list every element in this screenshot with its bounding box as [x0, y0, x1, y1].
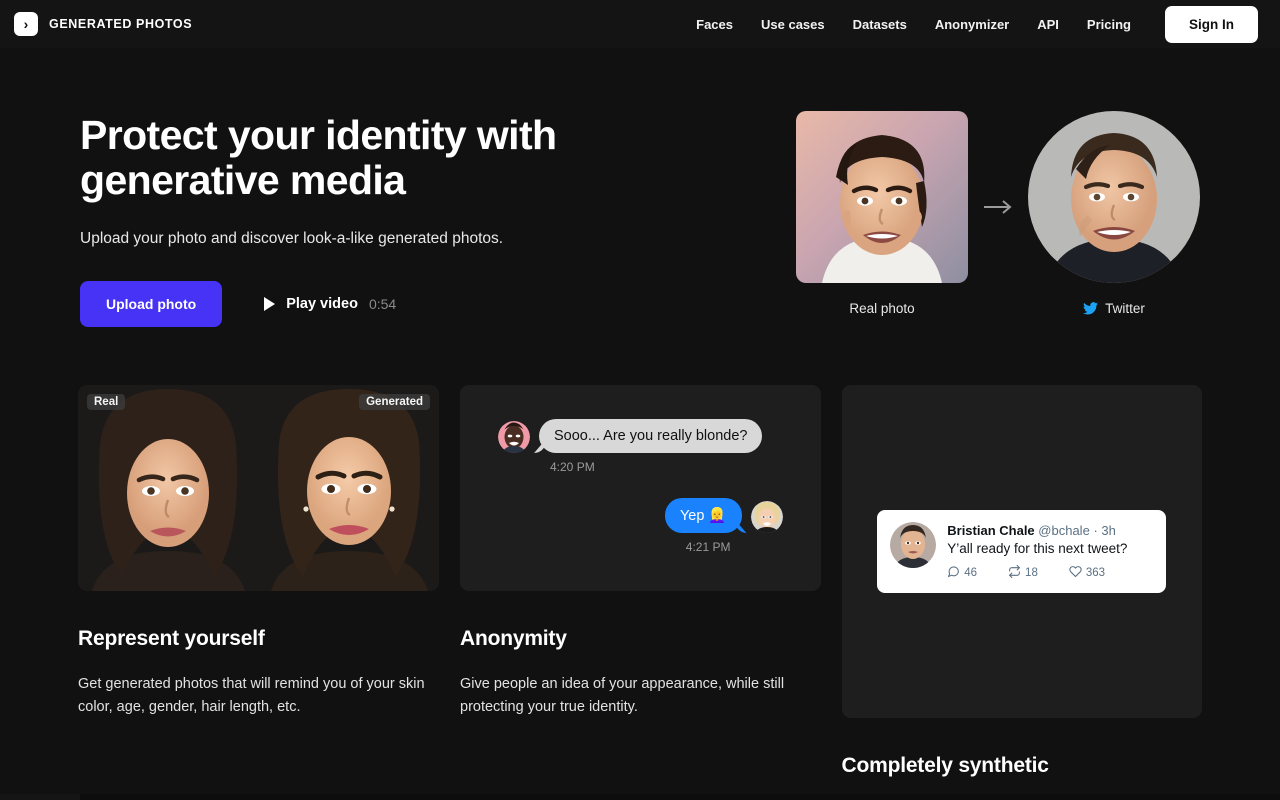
feature-media-faces-comparison: Real Generated [78, 385, 439, 591]
nav-item-datasets[interactable]: Datasets [839, 11, 921, 38]
feature-card-anonymity: Sooo... Are you really blonde? 4:20 PM Y… [460, 385, 821, 718]
hero-actions: Upload photo Play video 0:54 [80, 281, 680, 327]
feature-media-chat: Sooo... Are you really blonde? 4:20 PM Y… [460, 385, 821, 591]
chat-row-incoming: Sooo... Are you really blonde? [498, 419, 783, 453]
feature-description: Get generated photos that will remind yo… [78, 673, 439, 718]
heart-icon [1069, 565, 1082, 581]
real-photo-figure: Real photo [796, 111, 968, 316]
hero-comparison: Real photo [796, 108, 1200, 327]
hero-section: Protect your identity with generative me… [0, 48, 1280, 327]
generated-photo-figure: Twitter [1028, 111, 1200, 316]
site-header: › GENERATED PHOTOS Faces Use cases Datas… [0, 0, 1280, 48]
feature-title: Completely synthetic [842, 754, 1203, 778]
nav-item-api[interactable]: API [1023, 11, 1073, 38]
upload-photo-button[interactable]: Upload photo [80, 281, 222, 327]
tweet-header: Bristian Chale @bchale · 3h [947, 523, 1153, 539]
generated-photo-caption: Twitter [1083, 301, 1145, 316]
play-video-link[interactable]: Play video 0:54 [264, 296, 396, 312]
page-bottom-band [0, 794, 1280, 800]
tweet-avatar [890, 522, 936, 568]
generated-photo-image [1028, 111, 1200, 283]
chat-time-outgoing: 4:21 PM [498, 540, 731, 554]
hero-copy: Protect your identity with generative me… [80, 108, 680, 327]
badge-real: Real [87, 394, 125, 410]
page-title: Protect your identity with generative me… [80, 113, 680, 202]
brand-logo[interactable]: › GENERATED PHOTOS [14, 12, 192, 36]
feature-media-tweet: Bristian Chale @bchale · 3h Y’all ready … [842, 385, 1203, 718]
real-photo-caption: Real photo [849, 301, 914, 316]
play-triangle-icon [264, 297, 275, 311]
nav-item-faces[interactable]: Faces [682, 11, 747, 38]
tweet-reply-action[interactable]: 46 [947, 565, 977, 581]
chat-time-incoming: 4:20 PM [550, 460, 783, 474]
chat-row-outgoing: Yep 👱‍♀️ [498, 498, 783, 533]
tweet-like-count: 363 [1086, 567, 1105, 579]
tweet-retweet-count: 18 [1025, 567, 1038, 579]
chat-bubble-incoming: Sooo... Are you really blonde? [539, 419, 762, 453]
sign-in-button[interactable]: Sign In [1165, 6, 1258, 43]
main-nav: Faces Use cases Datasets Anonymizer API … [682, 6, 1258, 43]
chat-message-outgoing: Yep 👱‍♀️ 4:21 [498, 498, 783, 554]
tweet-body: Bristian Chale @bchale · 3h Y’all ready … [947, 522, 1153, 582]
nav-item-pricing[interactable]: Pricing [1073, 11, 1145, 38]
chat-avatar-incoming [498, 421, 530, 453]
generated-photo-caption-label: Twitter [1105, 301, 1145, 316]
chevron-right-icon: › [14, 12, 38, 36]
tweet-author-handle: @bchale [1038, 523, 1090, 538]
tweet-actions: 46 18 [947, 565, 1153, 581]
features-section: Real Generated Represent yourself Get ge… [0, 327, 1280, 718]
brand-name: GENERATED PHOTOS [49, 17, 192, 31]
feature-card-completely-synthetic: Bristian Chale @bchale · 3h Y’all ready … [842, 385, 1203, 718]
tweet-like-action[interactable]: 363 [1069, 565, 1105, 581]
real-face-image [78, 385, 259, 591]
arrow-right-icon [968, 199, 1028, 215]
hero-subtitle: Upload your photo and discover look-a-li… [80, 228, 680, 250]
chat-bubble-outgoing: Yep 👱‍♀️ [665, 498, 742, 533]
twitter-bird-icon [1083, 302, 1098, 315]
tweet-author-name: Bristian Chale [947, 523, 1034, 538]
feature-title: Represent yourself [78, 627, 439, 651]
chat-message-incoming: Sooo... Are you really blonde? 4:20 PM [498, 419, 783, 474]
tweet-card[interactable]: Bristian Chale @bchale · 3h Y’all ready … [877, 510, 1166, 594]
tweet-retweet-action[interactable]: 18 [1008, 565, 1038, 581]
real-photo-image [796, 111, 968, 283]
chat-avatar-outgoing [751, 501, 783, 533]
tweet-timestamp: · 3h [1093, 523, 1115, 538]
retweet-icon [1008, 565, 1021, 581]
split-faces [78, 385, 439, 591]
play-video-duration: 0:54 [369, 296, 396, 312]
generated-face-image [259, 385, 440, 591]
real-photo-caption-label: Real photo [849, 301, 914, 316]
feature-title: Anonymity [460, 627, 821, 651]
nav-item-anonymizer[interactable]: Anonymizer [921, 11, 1023, 38]
feature-card-represent-yourself: Real Generated Represent yourself Get ge… [78, 385, 439, 718]
play-video-label: Play video [286, 296, 358, 312]
feature-description: Give people an idea of your appearance, … [460, 673, 821, 718]
tweet-text: Y’all ready for this next tweet? [947, 541, 1153, 556]
nav-item-use-cases[interactable]: Use cases [747, 11, 839, 38]
comment-icon [947, 565, 960, 581]
tweet-reply-count: 46 [964, 567, 977, 579]
badge-generated: Generated [359, 394, 430, 410]
